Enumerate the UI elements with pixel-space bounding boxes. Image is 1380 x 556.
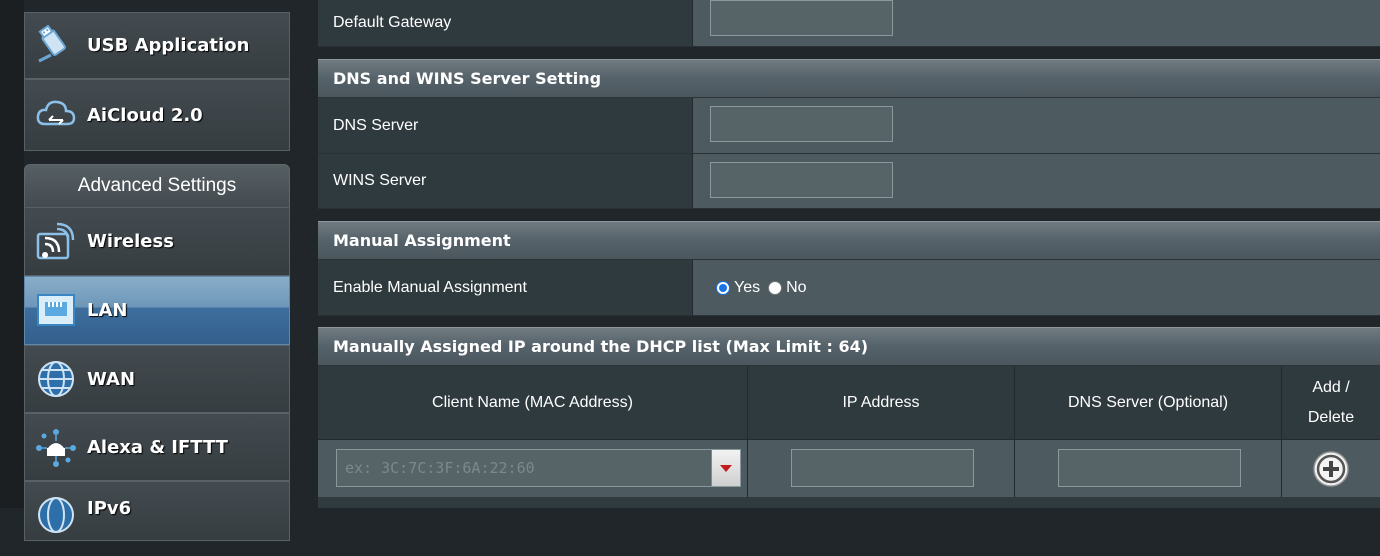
sidebar-item-alexa-ifttt[interactable]: Alexa & IFTTT xyxy=(24,413,290,481)
column-ip-address: IP Address xyxy=(748,366,1015,439)
dhcp-table-input-row: ex: 3C:7C:3F:6A:22:60 xyxy=(318,439,1380,497)
sidebar-item-label: Wireless xyxy=(87,231,174,252)
column-client-name: Client Name (MAC Address) xyxy=(318,366,748,439)
dns-server-optional-input[interactable] xyxy=(1058,449,1241,487)
section-gap xyxy=(318,209,1380,221)
yes-label: Yes xyxy=(734,278,761,296)
manual-assignment-section-header: Manual Assignment xyxy=(318,221,1380,260)
left-edge-bar xyxy=(0,0,24,508)
dhcp-list-section-header: Manually Assigned IP around the DHCP lis… xyxy=(318,327,1380,366)
cloud-icon xyxy=(36,100,76,126)
table-next-row xyxy=(318,497,1380,508)
no-radio[interactable] xyxy=(768,280,783,295)
section-gap xyxy=(318,47,1380,59)
dns-server-row: DNS Server xyxy=(318,98,1380,154)
sidebar-item-usb-application[interactable]: USB Application xyxy=(24,12,290,79)
usb-icon xyxy=(38,25,66,63)
column-dns-server: DNS Server (Optional) xyxy=(1015,366,1282,439)
sidebar-item-aicloud[interactable]: AiCloud 2.0 xyxy=(24,79,290,151)
wireless-icon xyxy=(36,222,75,260)
ipv6-icon xyxy=(38,497,74,533)
enable-manual-row: Enable Manual Assignment Yes No xyxy=(318,260,1380,316)
dhcp-table-header: Client Name (MAC Address) IP Address DNS… xyxy=(318,366,1380,439)
add-icon[interactable] xyxy=(1312,450,1350,488)
sidebar-item-lan[interactable]: LAN xyxy=(24,276,290,345)
advanced-settings-header: Advanced Settings xyxy=(24,164,290,208)
column-add-delete: Add / Delete xyxy=(1307,378,1355,426)
sidebar-item-wan[interactable]: WAN xyxy=(24,345,290,413)
wins-server-row: WINS Server xyxy=(318,154,1380,209)
ip-address-cell xyxy=(748,440,1015,497)
sidebar-item-label: USB Application xyxy=(87,35,250,56)
add-delete-cell xyxy=(1282,440,1380,497)
sidebar-item-label: Alexa & IFTTT xyxy=(87,436,228,458)
default-gateway-label: Default Gateway xyxy=(318,0,693,46)
dns-server-input[interactable] xyxy=(710,106,893,142)
sidebar-item-ipv6[interactable]: IPv6 xyxy=(24,481,290,541)
sidebar-item-wireless[interactable]: Wireless xyxy=(24,207,290,276)
default-gateway-row: Default Gateway xyxy=(318,0,1380,47)
wins-server-input[interactable] xyxy=(710,162,893,198)
dropdown-arrow-icon[interactable] xyxy=(711,450,740,486)
dns-server-cell xyxy=(1015,440,1282,497)
alexa-icon xyxy=(36,429,76,467)
client-name-cell: ex: 3C:7C:3F:6A:22:60 xyxy=(318,440,748,497)
yes-radio[interactable] xyxy=(716,280,730,295)
dns-server-label: DNS Server xyxy=(318,98,693,153)
no-label: No xyxy=(786,278,807,296)
mac-placeholder: ex: 3C:7C:3F:6A:22:60 xyxy=(345,459,535,477)
sidebar-item-label: AiCloud 2.0 xyxy=(87,104,203,126)
mac-address-combobox[interactable]: ex: 3C:7C:3F:6A:22:60 xyxy=(336,449,741,487)
ip-address-input[interactable] xyxy=(791,449,974,487)
globe-icon xyxy=(38,361,74,397)
wins-server-label: WINS Server xyxy=(318,154,693,208)
dns-wins-section-header: DNS and WINS Server Setting xyxy=(318,59,1380,98)
enable-manual-label: Enable Manual Assignment xyxy=(318,260,693,315)
sidebar-item-label: IPv6 xyxy=(87,498,132,519)
sidebar-item-label: WAN xyxy=(87,368,136,390)
sidebar-item-label: LAN xyxy=(87,300,128,321)
default-gateway-input[interactable] xyxy=(710,0,893,36)
section-gap xyxy=(318,316,1380,327)
lan-icon xyxy=(37,294,75,326)
